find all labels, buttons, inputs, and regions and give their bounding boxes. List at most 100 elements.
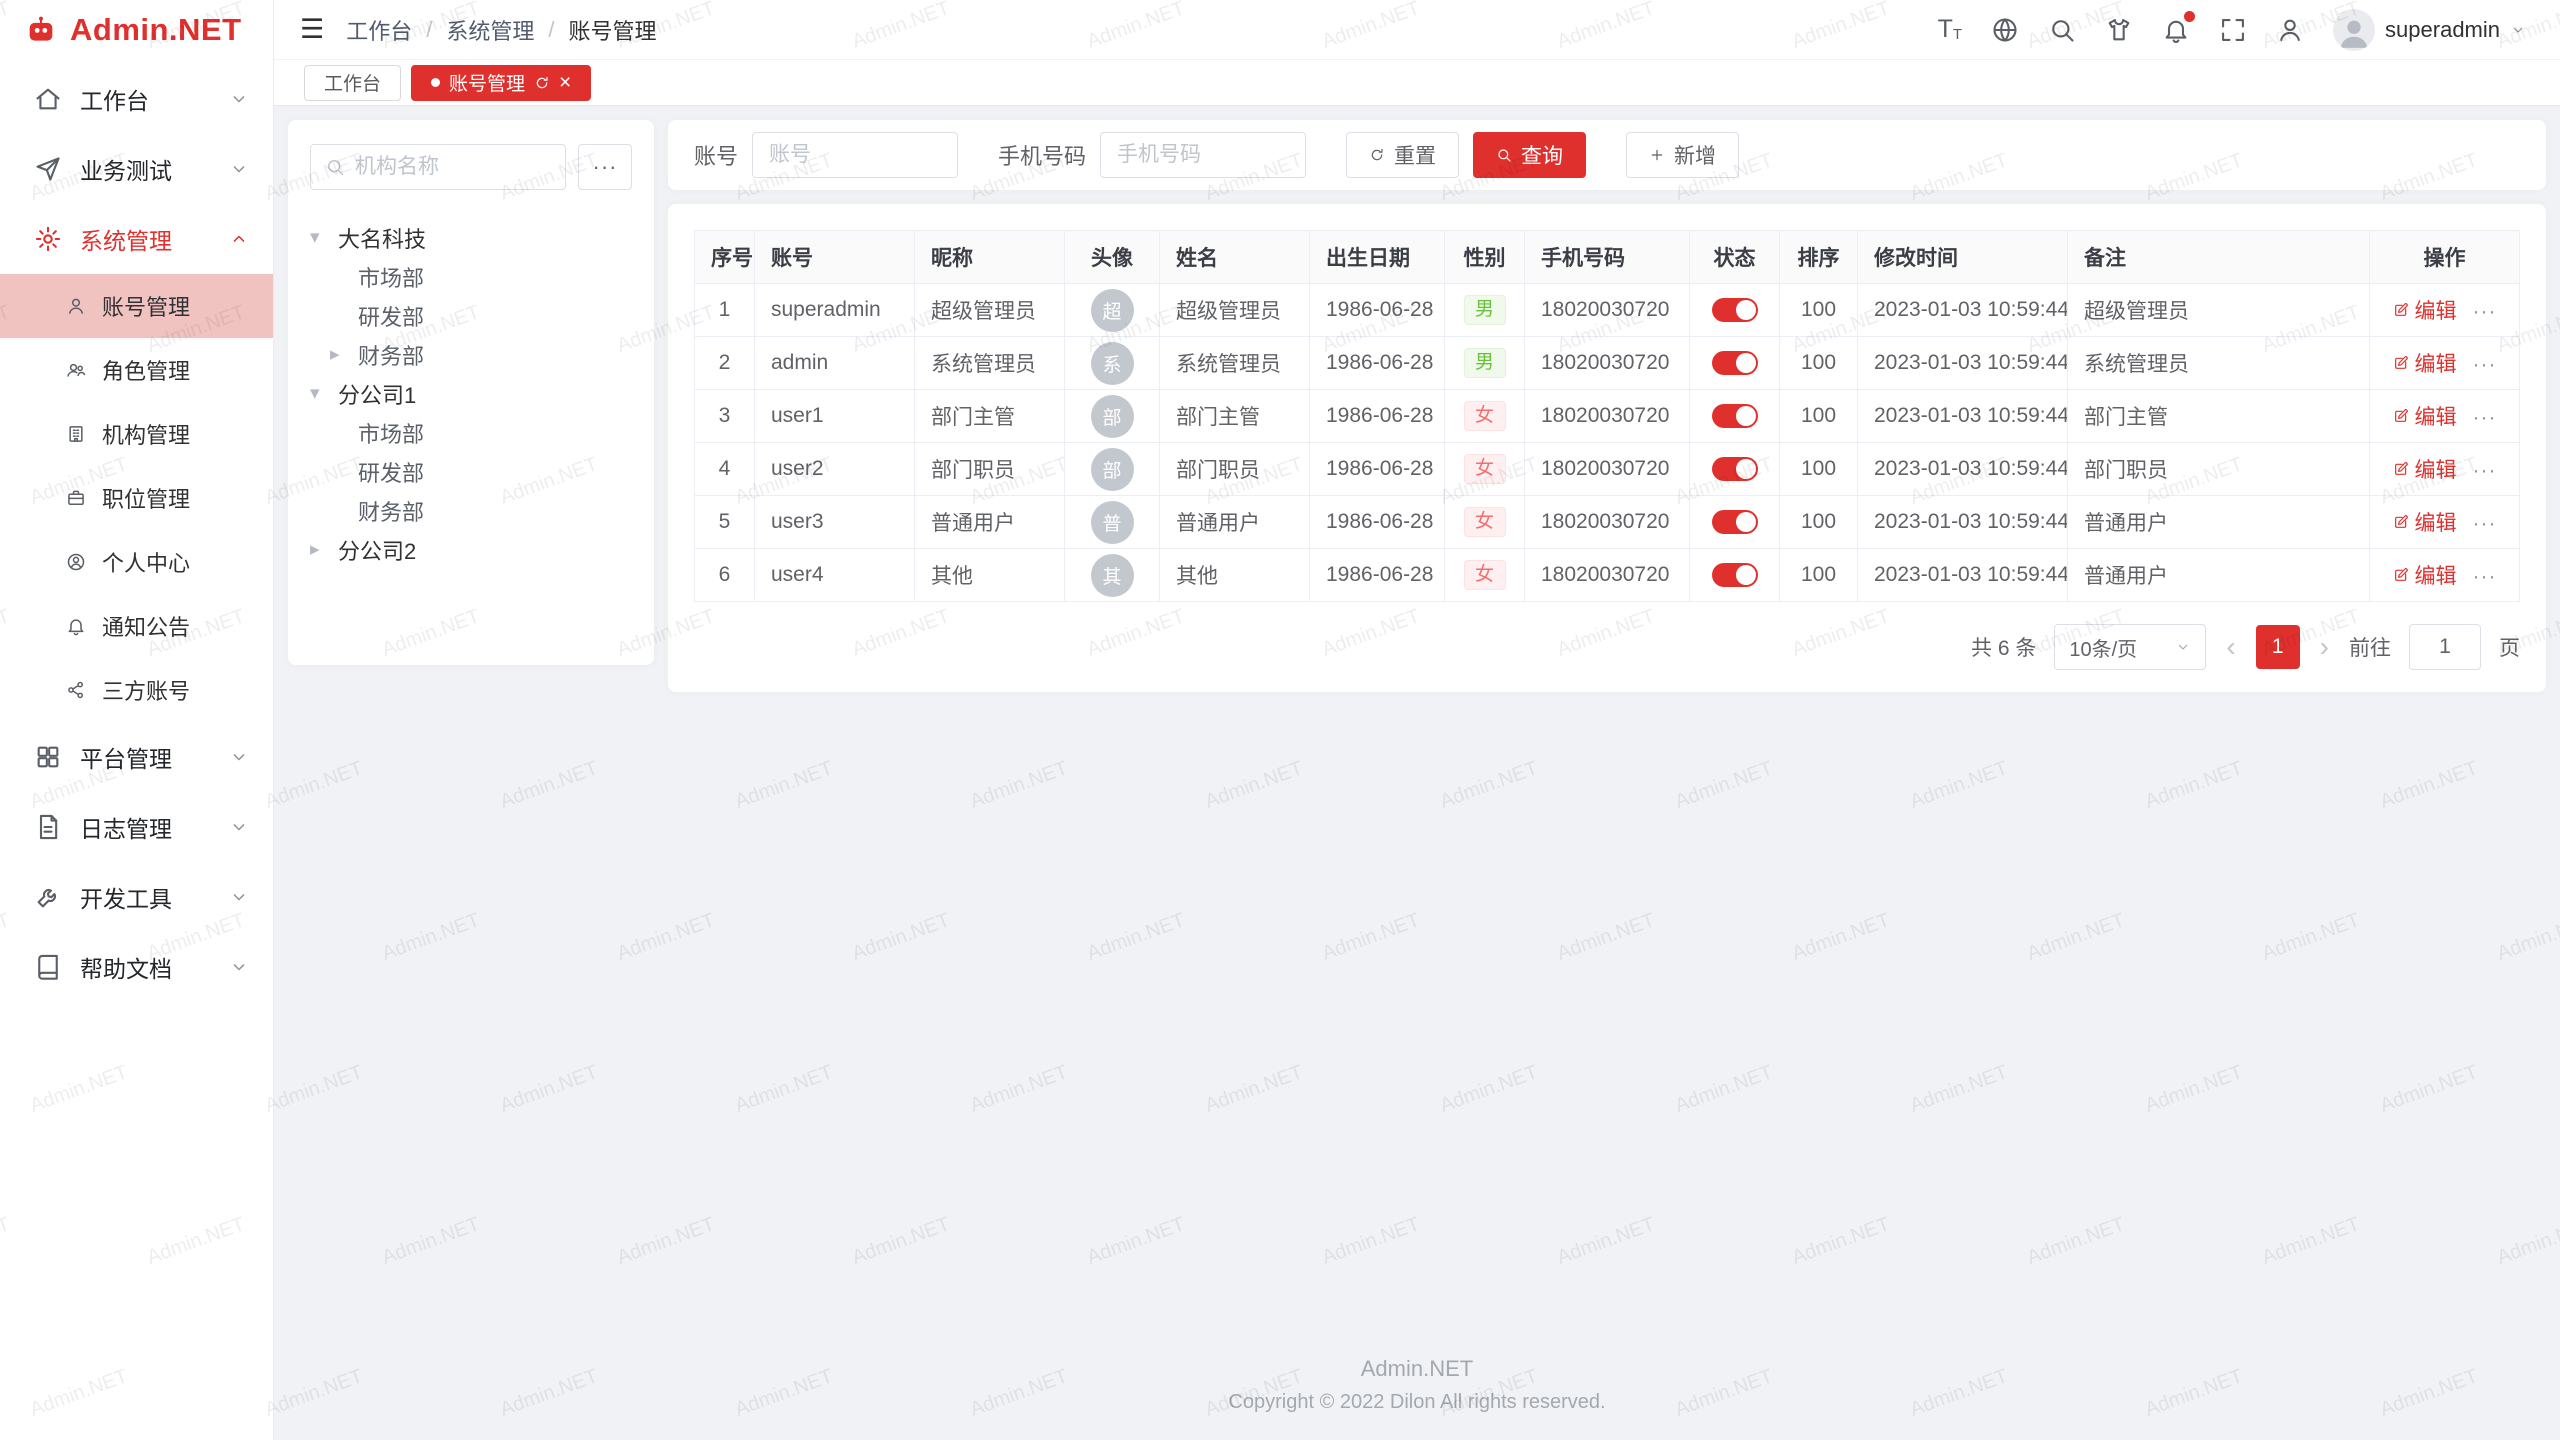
cell-modified-time: 2023-01-03 10:59:44 bbox=[1858, 443, 2068, 496]
user-menu[interactable]: superadmin bbox=[2333, 9, 2526, 51]
cell-account: user4 bbox=[755, 549, 915, 602]
sidebar-item-help-docs[interactable]: 帮助文档 bbox=[0, 932, 273, 1002]
tree-node[interactable]: 研发部 bbox=[310, 296, 632, 335]
sidebar-item-label: 日志管理 bbox=[80, 810, 172, 844]
user-icon[interactable] bbox=[2276, 16, 2304, 44]
tab-workbench[interactable]: 工作台 bbox=[304, 65, 401, 101]
more-actions-button[interactable]: ··· bbox=[2473, 300, 2497, 323]
refresh-icon[interactable] bbox=[534, 75, 550, 91]
tree-node[interactable]: ▸ 财务部 bbox=[310, 335, 632, 374]
more-actions-button[interactable]: ··· bbox=[2473, 353, 2497, 376]
gender-badge: 女 bbox=[1464, 507, 1506, 538]
cell-name: 超级管理员 bbox=[1160, 284, 1310, 337]
cell-account: admin bbox=[755, 337, 915, 390]
org-more-button[interactable]: ··· bbox=[578, 144, 632, 190]
share-icon bbox=[66, 680, 86, 700]
building-icon bbox=[66, 424, 86, 444]
status-toggle[interactable] bbox=[1712, 510, 1758, 534]
user-icon bbox=[66, 296, 86, 316]
sidebar-item-personal-center[interactable]: 个人中心 bbox=[0, 530, 273, 594]
sidebar-item-dev-tools[interactable]: 开发工具 bbox=[0, 862, 273, 932]
next-page-button[interactable]: › bbox=[2318, 633, 2331, 661]
language-icon[interactable] bbox=[1991, 16, 2019, 44]
edit-button[interactable]: 编辑 bbox=[2393, 348, 2457, 378]
tree-node[interactable]: 市场部 bbox=[310, 257, 632, 296]
fullscreen-icon[interactable] bbox=[2219, 16, 2247, 44]
sidebar-item-role-management[interactable]: 角色管理 bbox=[0, 338, 273, 402]
bell-icon[interactable] bbox=[2162, 16, 2190, 44]
search-icon bbox=[325, 157, 345, 177]
status-toggle[interactable] bbox=[1712, 457, 1758, 481]
account-input[interactable] bbox=[752, 132, 958, 178]
sidebar-item-notice[interactable]: 通知公告 bbox=[0, 594, 273, 658]
sidebar-item-account-management[interactable]: 账号管理 bbox=[0, 274, 273, 338]
font-size-icon[interactable]: TT bbox=[1938, 17, 1962, 42]
sidebar-item-workbench[interactable]: 工作台 bbox=[0, 64, 273, 134]
more-actions-button[interactable]: ··· bbox=[2473, 459, 2497, 482]
tree-node[interactable]: 研发部 bbox=[310, 452, 632, 491]
status-toggle[interactable] bbox=[1712, 563, 1758, 587]
edit-button[interactable]: 编辑 bbox=[2393, 401, 2457, 431]
prev-page-button[interactable]: ‹ bbox=[2224, 633, 2237, 661]
status-toggle[interactable] bbox=[1712, 351, 1758, 375]
org-search-input[interactable] bbox=[355, 155, 551, 179]
tree-node[interactable]: 市场部 bbox=[310, 413, 632, 452]
theme-icon[interactable] bbox=[2105, 16, 2133, 44]
tab-account-management[interactable]: 账号管理 × bbox=[411, 65, 591, 101]
right-column: 账号 手机号码 重置 查询 新增 bbox=[668, 120, 2546, 692]
edit-button[interactable]: 编辑 bbox=[2393, 507, 2457, 537]
breadcrumb-item[interactable]: 系统管理 bbox=[446, 14, 534, 46]
edit-icon bbox=[2393, 567, 2409, 583]
caret-right-icon[interactable]: ▸ bbox=[330, 343, 358, 366]
add-button[interactable]: 新增 bbox=[1626, 132, 1739, 178]
sidebar-item-business-test[interactable]: 业务测试 bbox=[0, 134, 273, 204]
page-number-active[interactable]: 1 bbox=[2256, 625, 2300, 669]
edit-button[interactable]: 编辑 bbox=[2393, 454, 2457, 484]
caret-down-icon[interactable]: ▾ bbox=[310, 382, 338, 405]
edit-button[interactable]: 编辑 bbox=[2393, 295, 2457, 325]
edit-icon bbox=[2393, 302, 2409, 318]
close-icon[interactable]: × bbox=[559, 72, 571, 93]
phone-input[interactable] bbox=[1100, 132, 1306, 178]
goto-page-input[interactable] bbox=[2409, 624, 2481, 670]
status-toggle[interactable] bbox=[1712, 298, 1758, 322]
cell-modified-time: 2023-01-03 10:59:44 bbox=[1858, 390, 2068, 443]
app-logo[interactable]: Admin.NET bbox=[0, 0, 273, 60]
caret-right-icon[interactable]: ▸ bbox=[310, 538, 338, 561]
tree-node[interactable]: ▸ 分公司2 bbox=[310, 530, 632, 569]
home-icon bbox=[34, 85, 62, 113]
chevron-down-icon bbox=[229, 887, 249, 907]
tree-node[interactable]: ▾ 分公司1 bbox=[310, 374, 632, 413]
breadcrumb-item[interactable]: 工作台 bbox=[346, 14, 412, 46]
sidebar: Admin.NET 工作台 业务测试 系统管理 账号管理 角色管理 机构管理 bbox=[0, 0, 274, 1440]
sidebar-item-platform-management[interactable]: 平台管理 bbox=[0, 722, 273, 792]
briefcase-icon bbox=[66, 488, 86, 508]
column-header: 手机号码 bbox=[1525, 231, 1690, 284]
caret-down-icon[interactable]: ▾ bbox=[310, 226, 338, 249]
status-toggle[interactable] bbox=[1712, 404, 1758, 428]
sidebar-item-position-management[interactable]: 职位管理 bbox=[0, 466, 273, 530]
page-footer: Admin.NET Copyright © 2022 Dilon All rig… bbox=[288, 1338, 2546, 1426]
more-actions-button[interactable]: ··· bbox=[2473, 406, 2497, 429]
cell-phone: 18020030720 bbox=[1525, 443, 1690, 496]
sidebar-item-label: 系统管理 bbox=[80, 222, 172, 256]
page-size-select[interactable]: 10条/页 bbox=[2054, 624, 2206, 670]
row-avatar: 普 bbox=[1091, 501, 1134, 544]
tree-node[interactable]: ▾ 大名科技 bbox=[310, 218, 632, 257]
tree-node[interactable]: 财务部 bbox=[310, 491, 632, 530]
edit-button[interactable]: 编辑 bbox=[2393, 560, 2457, 590]
sidebar-item-org-management[interactable]: 机构管理 bbox=[0, 402, 273, 466]
sidebar-item-third-party-account[interactable]: 三方账号 bbox=[0, 658, 273, 722]
sidebar-item-log-management[interactable]: 日志管理 bbox=[0, 792, 273, 862]
search-button[interactable]: 查询 bbox=[1473, 132, 1586, 178]
gender-badge: 女 bbox=[1464, 560, 1506, 591]
edit-icon bbox=[2393, 461, 2409, 477]
search-icon[interactable] bbox=[2048, 16, 2076, 44]
more-actions-button[interactable]: ··· bbox=[2473, 565, 2497, 588]
more-actions-button[interactable]: ··· bbox=[2473, 512, 2497, 535]
plus-icon bbox=[1649, 147, 1665, 163]
cell-remark: 普通用户 bbox=[2068, 549, 2370, 602]
reset-button[interactable]: 重置 bbox=[1346, 132, 1459, 178]
hamburger-icon[interactable]: ☰ bbox=[300, 14, 324, 45]
sidebar-item-system-management[interactable]: 系统管理 bbox=[0, 204, 273, 274]
